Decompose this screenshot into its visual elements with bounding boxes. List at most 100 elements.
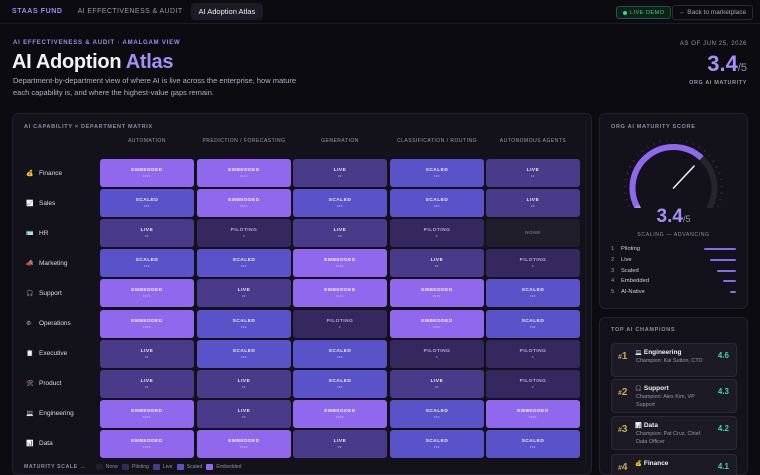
page-subtitle: Department-by-department view of where A… <box>13 76 297 97</box>
maturity-gauge <box>624 140 723 208</box>
matrix-cell[interactable]: EMBEDDED •••• <box>100 309 194 338</box>
department-name: Marketing <box>39 259 68 267</box>
maturity-scale-row: 1 Piloting <box>611 244 736 254</box>
rank-number: 1 <box>621 351 628 362</box>
matrix-cell[interactable]: LIVE •• <box>293 219 387 248</box>
cell-maturity-dots: ••• <box>240 353 247 359</box>
matrix-cell[interactable]: LIVE •• <box>486 159 580 187</box>
matrix-cell[interactable]: PILOTING • <box>390 339 484 368</box>
column-header: GENERATION <box>321 138 359 144</box>
breadcrumb-ai-effectiveness[interactable]: AI EFFECTIVENESS & AUDIT <box>78 8 183 15</box>
matrix-cell[interactable]: PILOTING • <box>197 219 291 248</box>
matrix-cell[interactable]: EMBEDDED •••• <box>100 429 194 458</box>
matrix-cell[interactable]: SCALED ••• <box>486 309 580 338</box>
matrix-cell[interactable]: PILOTING • <box>486 339 580 368</box>
cell-maturity-dots: •••• <box>239 443 248 449</box>
matrix-cell[interactable]: EMBEDDED •••• <box>197 429 291 458</box>
matrix-cell[interactable]: SCALED ••• <box>390 159 484 187</box>
matrix-cell[interactable]: LIVE •• <box>100 369 194 398</box>
matrix-cell[interactable]: SCALED ••• <box>100 249 194 278</box>
matrix-cell[interactable]: LIVE •• <box>390 369 484 398</box>
cell-maturity-dots: ••• <box>240 323 247 329</box>
champion-card[interactable]: #1 💻 Engineering Champion: Kai Sutton, CTO 4… <box>611 343 737 377</box>
back-to-marketplace-button[interactable]: ← Back to marketplace <box>672 5 754 20</box>
matrix-cell[interactable]: EMBEDDED •••• <box>390 309 484 338</box>
matrix-cell[interactable]: EMBEDDED •••• <box>100 159 194 187</box>
department-name: Sales <box>39 199 56 207</box>
cell-maturity-dots: ••• <box>336 353 343 359</box>
matrix-cell[interactable]: LIVE •• <box>293 159 387 187</box>
matrix-cell[interactable]: SCALED ••• <box>390 429 484 458</box>
champion-rank: #2 <box>618 387 627 398</box>
matrix-cell[interactable]: SCALED ••• <box>390 399 484 428</box>
matrix-cell[interactable]: LIVE •• <box>100 339 194 368</box>
cell-maturity-dots: ••• <box>529 293 536 299</box>
brand-link[interactable]: STAAS FUND <box>12 8 63 15</box>
matrix-cell[interactable]: LIVE •• <box>486 189 580 218</box>
champion-score: 4.3 <box>717 387 729 396</box>
matrix-cell[interactable]: LIVE •• <box>197 279 291 308</box>
scale-level-label: AI-Native <box>621 289 645 296</box>
matrix-cell[interactable]: LIVE •• <box>390 249 484 278</box>
tools-icon: 🛠 <box>26 381 34 388</box>
matrix-cell[interactable]: PILOTING • <box>293 309 387 338</box>
champion-card[interactable]: #2 🎧 Support Champion: Alex Kim, VP Support… <box>611 379 737 413</box>
cell-maturity-dots: •••• <box>528 413 537 419</box>
cell-maturity-dots: ••• <box>336 383 343 389</box>
rank-number: 4 <box>621 462 628 473</box>
matrix-cell[interactable]: SCALED ••• <box>197 249 291 278</box>
matrix-cell[interactable]: EMBEDDED •••• <box>100 399 194 428</box>
cell-maturity-dots: ••• <box>143 263 150 269</box>
matrix-cell[interactable]: SCALED ••• <box>486 279 580 308</box>
cell-maturity-dots: •••• <box>335 293 344 299</box>
cell-maturity-dots: •••• <box>239 173 248 178</box>
rank-number: 3 <box>621 424 628 435</box>
matrix-cell[interactable]: SCALED ••• <box>293 189 387 218</box>
matrix-cell[interactable]: EMBEDDED •••• <box>486 399 580 428</box>
department-name: Operations <box>39 320 71 327</box>
cell-maturity-dots: • <box>531 353 534 359</box>
champion-person: Champion: Kai Sutton, CTO <box>636 358 703 364</box>
matrix-cell[interactable]: EMBEDDED •••• <box>390 279 484 308</box>
matrix-cell[interactable]: SCALED ••• <box>197 339 291 368</box>
cell-maturity-dots: • <box>531 383 534 389</box>
matrix-cell[interactable]: SCALED ••• <box>486 429 580 458</box>
matrix-cell[interactable]: SCALED ••• <box>197 309 291 338</box>
matrix-cell[interactable]: EMBEDDED •••• <box>293 399 387 428</box>
cell-maturity-dots: ••• <box>529 323 536 329</box>
gauge-tick <box>632 159 635 163</box>
matrix-cell[interactable]: PILOTING • <box>486 249 580 278</box>
matrix-cell[interactable]: LIVE •• <box>197 369 291 398</box>
row-label-support: 🎧 Support <box>26 279 96 307</box>
matrix-cell[interactable]: LIVE •• <box>293 429 387 458</box>
matrix-cell[interactable]: PILOTING • <box>390 219 484 248</box>
champion-score: 4.2 <box>717 424 729 433</box>
matrix-cell[interactable]: EMBEDDED •••• <box>293 249 387 278</box>
breadcrumb-current-page[interactable]: AI Adoption Atlas <box>190 3 264 20</box>
matrix-cell[interactable]: SCALED ••• <box>390 189 484 218</box>
matrix-cell[interactable]: SCALED ••• <box>293 369 387 398</box>
matrix-cell[interactable]: PILOTING • <box>486 369 580 398</box>
cell-maturity-dots: • <box>338 323 341 329</box>
headline-score-value: 3.4 <box>707 51 738 76</box>
matrix-cell[interactable]: LIVE •• <box>197 399 291 428</box>
matrix-cell[interactable]: EMBEDDED •••• <box>293 279 387 308</box>
matrix-cell[interactable]: NONE <box>486 219 580 248</box>
matrix-cell[interactable]: EMBEDDED •••• <box>197 189 291 218</box>
champion-department: 📊 Data <box>635 422 658 429</box>
headline-score-label: ORG AI MATURITY <box>689 80 747 86</box>
champion-card[interactable]: #3 📊 Data Champion: Pat Cruz, Chief Data Of… <box>611 416 737 450</box>
cell-maturity-dots: •••• <box>335 263 344 269</box>
matrix-cell[interactable]: LIVE •• <box>100 219 194 248</box>
matrix-cell[interactable]: EMBEDDED •••• <box>100 279 194 308</box>
gauge-tick <box>719 198 722 201</box>
headline-score-denominator: /5 <box>737 62 747 74</box>
cell-maturity-dots: ••• <box>433 413 440 419</box>
matrix-cell[interactable]: SCALED ••• <box>100 189 194 218</box>
champion-card[interactable]: #4 💰 Finance 4.1 <box>611 454 737 475</box>
champion-department-name: Engineering <box>643 349 682 356</box>
scale-level-bar <box>729 291 736 294</box>
matrix-cell[interactable]: EMBEDDED •••• <box>197 159 291 187</box>
matrix-cell[interactable]: SCALED ••• <box>293 339 387 368</box>
cell-maturity-dots: •• <box>337 443 342 449</box>
